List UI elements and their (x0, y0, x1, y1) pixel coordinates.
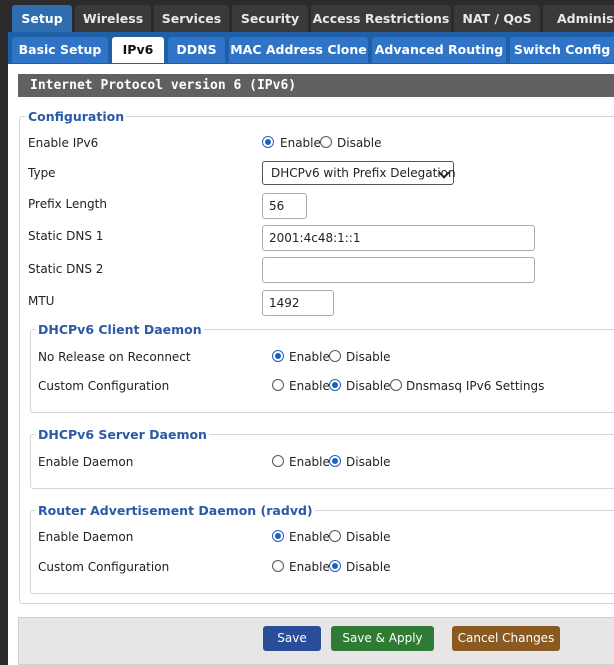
static-dns1-input[interactable]: 2001:4c48:1::1 (262, 225, 535, 251)
subtab-mac-address-clone[interactable]: MAC Address Clone (229, 37, 368, 63)
tab-wireless[interactable]: Wireless (75, 5, 151, 32)
server-disable-radio[interactable] (329, 455, 341, 467)
radvd-legend: Router Advertisement Daemon (radvd) (36, 503, 315, 519)
cancel-changes-button[interactable]: Cancel Changes (452, 626, 560, 651)
radvd-disable-label: Disable (346, 530, 391, 544)
save-apply-button[interactable]: Save & Apply (331, 626, 434, 651)
radvd-disable-radio[interactable] (329, 530, 341, 542)
client-custom-enable-radio[interactable] (272, 379, 284, 391)
subtab-switch-config[interactable]: Switch Config (510, 37, 614, 63)
no-release-disable-radio[interactable] (329, 350, 341, 362)
subtab-ddns[interactable]: DDNS (168, 37, 225, 63)
client-custom-dnsmasq-label: Dnsmasq IPv6 Settings (406, 379, 545, 393)
prefix-length-input[interactable]: 56 (262, 193, 307, 219)
server-enable-daemon-label: Enable Daemon (38, 455, 134, 469)
dhcp-client-fieldset (30, 329, 614, 413)
main-content: Internet Protocol version 6 (IPv6) Confi… (8, 64, 614, 665)
no-release-disable-label: Disable (346, 350, 391, 364)
radvd-enable-daemon-label: Enable Daemon (38, 530, 134, 544)
tab-services[interactable]: Services (154, 5, 229, 32)
no-release-enable-label: Enable (289, 350, 330, 364)
dhcp-client-legend: DHCPv6 Client Daemon (36, 322, 204, 338)
radvd-custom-disable-label: Disable (346, 560, 391, 574)
subtab-advanced-routing[interactable]: Advanced Routing (372, 37, 506, 63)
radvd-fieldset (30, 510, 614, 594)
client-custom-config-label: Custom Configuration (38, 379, 170, 393)
client-custom-enable-label: Enable (289, 379, 330, 393)
enable-ipv6-enable-label: Enable (280, 136, 321, 150)
radvd-custom-disable-radio[interactable] (329, 560, 341, 572)
radvd-custom-config-label: Custom Configuration (38, 560, 170, 574)
type-select-value: DHCPv6 with Prefix Delegation (271, 166, 456, 180)
server-enable-label: Enable (289, 455, 330, 469)
tab-administration[interactable]: Administr (543, 5, 614, 32)
radvd-enable-radio[interactable] (272, 530, 284, 542)
client-custom-dnsmasq-radio[interactable] (390, 379, 402, 391)
subtab-ipv6[interactable]: IPv6 (112, 37, 164, 63)
enable-ipv6-enable-radio[interactable] (262, 136, 274, 148)
client-custom-disable-label: Disable (346, 379, 391, 393)
top-tab-bar: Setup Wireless Services Security Access … (0, 0, 614, 32)
save-button[interactable]: Save (263, 626, 321, 651)
prefix-length-label: Prefix Length (28, 197, 107, 211)
configuration-legend: Configuration (26, 109, 127, 125)
enable-ipv6-disable-radio[interactable] (320, 136, 332, 148)
radvd-enable-label: Enable (289, 530, 330, 544)
no-release-label: No Release on Reconnect (38, 350, 191, 364)
static-dns1-label: Static DNS 1 (28, 229, 104, 243)
server-disable-label: Disable (346, 455, 391, 469)
static-dns2-input[interactable] (262, 257, 535, 283)
enable-ipv6-label: Enable IPv6 (28, 136, 99, 150)
type-select[interactable]: DHCPv6 with Prefix Delegation (262, 161, 456, 185)
no-release-enable-radio[interactable] (272, 350, 284, 362)
mtu-label: MTU (28, 294, 55, 308)
tab-setup[interactable]: Setup (12, 5, 72, 32)
dhcp-server-legend: DHCPv6 Server Daemon (36, 427, 209, 443)
radvd-custom-enable-radio[interactable] (272, 560, 284, 572)
subtab-basic-setup[interactable]: Basic Setup (12, 37, 108, 63)
section-title: Internet Protocol version 6 (IPv6) (18, 74, 614, 97)
tab-nat-qos[interactable]: NAT / QoS (454, 5, 540, 32)
enable-ipv6-disable-label: Disable (337, 136, 382, 150)
sub-tab-bar: Basic Setup IPv6 DDNS MAC Address Clone … (8, 32, 614, 64)
mtu-input[interactable]: 1492 (262, 290, 334, 316)
tab-security[interactable]: Security (232, 5, 308, 32)
server-enable-radio[interactable] (272, 455, 284, 467)
radvd-custom-enable-label: Enable (289, 560, 330, 574)
tab-access-restrictions[interactable]: Access Restrictions (311, 5, 451, 32)
client-custom-disable-radio[interactable] (329, 379, 341, 391)
type-label: Type (28, 166, 56, 180)
static-dns2-label: Static DNS 2 (28, 262, 104, 276)
